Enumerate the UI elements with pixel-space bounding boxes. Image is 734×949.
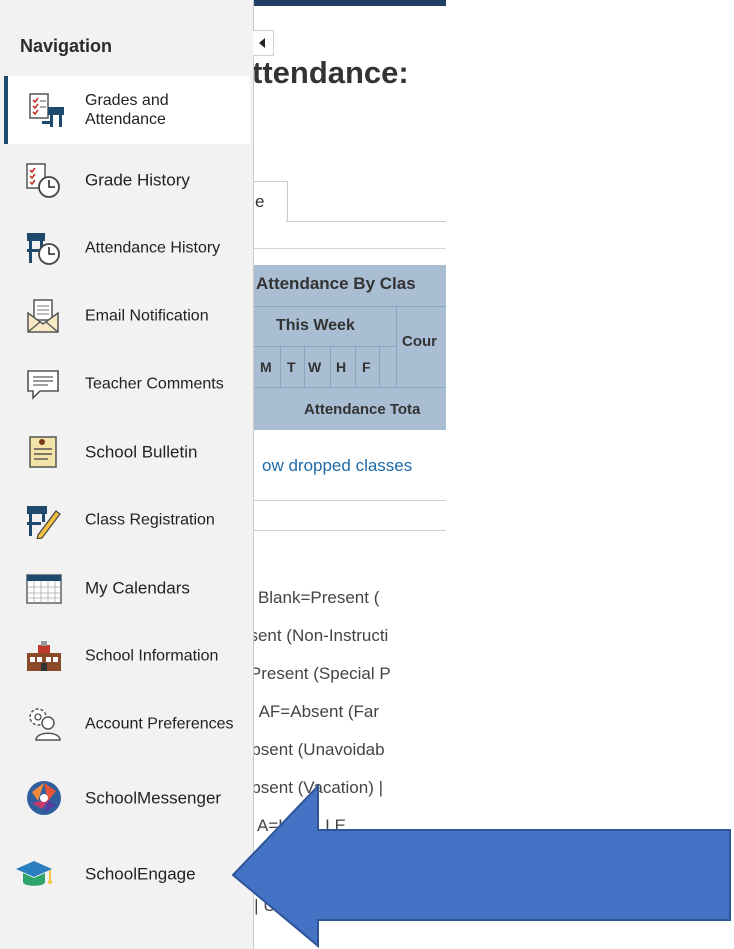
attendance-table-title: Attendance By Clas (256, 274, 416, 293)
nav-item-label: SchoolEngage (85, 864, 196, 884)
teacher-comments-icon (24, 365, 64, 403)
legend-line: =Present (Special P (240, 664, 391, 683)
day-t: T (287, 359, 296, 375)
divider (252, 500, 446, 501)
nav-item-schoolengage[interactable]: SchoolEngage (8, 840, 246, 908)
grades-attendance-icon (28, 91, 68, 129)
nav-item-label: School Bulletin (85, 442, 198, 462)
nav-item-label: Class Registration (85, 511, 215, 529)
day-h: H (336, 359, 347, 375)
nav-item-my-calendars[interactable]: My Calendars (8, 554, 246, 622)
nav-item-class-registration[interactable]: Class Registration (8, 486, 246, 554)
panel-divider (252, 248, 446, 249)
annotation-arrow (231, 783, 731, 949)
nav-item-label: Grade History (85, 170, 190, 190)
calendar-icon (24, 569, 64, 607)
day-w: W (308, 359, 322, 375)
nav-item-grades-and-attendance[interactable]: Grades and Attendance (4, 76, 250, 144)
attendance-totals-row: Attendance Tota (304, 401, 421, 418)
tab-attendance[interactable]: e (252, 181, 288, 222)
email-notification-icon (24, 297, 64, 335)
tab-divider (286, 221, 446, 222)
nav-item-schoolmessenger[interactable]: SchoolMessenger (8, 764, 246, 832)
tab-label: e (255, 192, 265, 211)
nav-item-label: Attendance History (85, 239, 221, 257)
navigation-title: Navigation (20, 36, 113, 56)
nav-item-label: Grades and Attendance (85, 92, 169, 128)
page-title: ttendance: (252, 55, 409, 90)
schoolmessenger-logo-icon (24, 779, 64, 817)
nav-item-school-information[interactable]: School Information (8, 622, 246, 690)
nav-item-grade-history[interactable]: Grade History (8, 146, 246, 214)
chevron-left-icon (259, 38, 265, 48)
legend-line: ) | AF=Absent (Far (240, 702, 380, 721)
day-m: M (260, 359, 272, 375)
legend-line: s: Blank=Present ( (240, 588, 380, 607)
day-f: F (362, 359, 371, 375)
collapse-navigation-button[interactable] (253, 30, 274, 56)
graduation-cap-icon (14, 855, 54, 893)
nav-item-label: My Calendars (85, 578, 190, 598)
show-dropped-classes-link[interactable]: ow dropped classes (262, 456, 412, 476)
legend-line: esent (Non-Instructi (240, 626, 389, 645)
nav-item-school-bulletin[interactable]: School Bulletin (8, 418, 246, 486)
nav-item-label: Account Preferences (85, 715, 234, 733)
school-building-icon (24, 637, 64, 675)
nav-item-account-preferences[interactable]: Account Preferences (8, 690, 246, 758)
nav-item-attendance-history[interactable]: Attendance History (8, 214, 246, 282)
this-week-header: This Week (276, 317, 355, 334)
nav-item-label: Email Notification (85, 307, 209, 325)
nav-item-label: School Information (85, 647, 219, 665)
attendance-history-icon (24, 229, 64, 267)
nav-item-email-notification[interactable]: Email Notification (8, 282, 246, 350)
navigation-drawer: Navigation Grades and Attendance Grade H… (0, 0, 254, 949)
grade-history-icon (24, 161, 64, 199)
legend-line: Absent (Unavoidab (240, 740, 385, 759)
account-preferences-icon (24, 705, 64, 743)
attendance-table: Attendance By Clas This Week Cour M T W … (254, 265, 446, 430)
divider (252, 530, 446, 531)
nav-item-label: Teacher Comments (85, 375, 224, 393)
nav-item-teacher-comments[interactable]: Teacher Comments (8, 350, 246, 418)
class-registration-icon (24, 501, 64, 540)
school-bulletin-icon (24, 433, 64, 471)
nav-item-label: SchoolMessenger (85, 788, 222, 808)
course-header: Cour (402, 333, 437, 350)
